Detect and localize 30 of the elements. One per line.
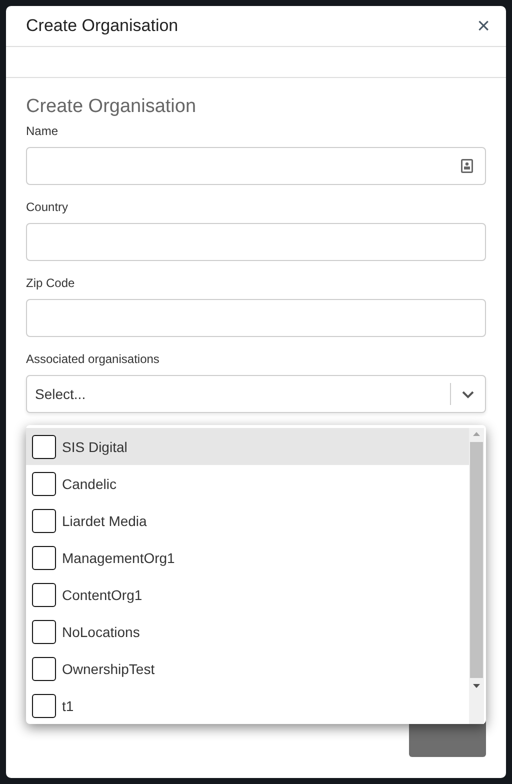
scrollbar[interactable] xyxy=(469,428,484,724)
dropdown-option[interactable]: Candelic xyxy=(26,465,469,502)
dialog-title: Create Organisation xyxy=(26,16,178,36)
dropdown-option[interactable]: t1 xyxy=(26,687,469,724)
select-placeholder: Select... xyxy=(35,386,87,402)
select-field[interactable]: Select... xyxy=(26,375,486,413)
close-button[interactable]: × xyxy=(475,15,492,37)
checkbox[interactable] xyxy=(32,434,56,458)
field-label: Zip Code xyxy=(26,276,76,292)
dropdown-option[interactable]: ContentOrg1 xyxy=(26,576,469,613)
field-label: Name xyxy=(26,124,60,140)
dropdown-option[interactable]: NoLocations xyxy=(26,613,469,650)
checkbox[interactable] xyxy=(32,508,56,532)
chevron-down-icon[interactable] xyxy=(461,390,475,398)
form-heading: Create Organisation xyxy=(26,96,198,118)
checkbox[interactable] xyxy=(32,656,56,680)
dropdown-option[interactable]: ManagementOrg1 xyxy=(26,539,469,576)
checkbox[interactable] xyxy=(32,472,56,496)
dropdown-option[interactable]: OwnershipTest xyxy=(26,650,469,687)
input-field[interactable] xyxy=(26,147,486,185)
dropdown-option[interactable]: Liardet Media xyxy=(26,502,469,539)
checkbox[interactable] xyxy=(32,546,56,570)
checkbox[interactable] xyxy=(32,620,56,644)
field-label: Country xyxy=(26,200,70,216)
input-field[interactable] xyxy=(26,223,486,261)
checkbox[interactable] xyxy=(32,694,56,718)
checkbox[interactable] xyxy=(32,582,56,606)
field-label: Associated organisations xyxy=(26,352,160,368)
input-field[interactable] xyxy=(26,299,486,337)
dropdown-option[interactable]: SIS Digital xyxy=(26,428,469,465)
